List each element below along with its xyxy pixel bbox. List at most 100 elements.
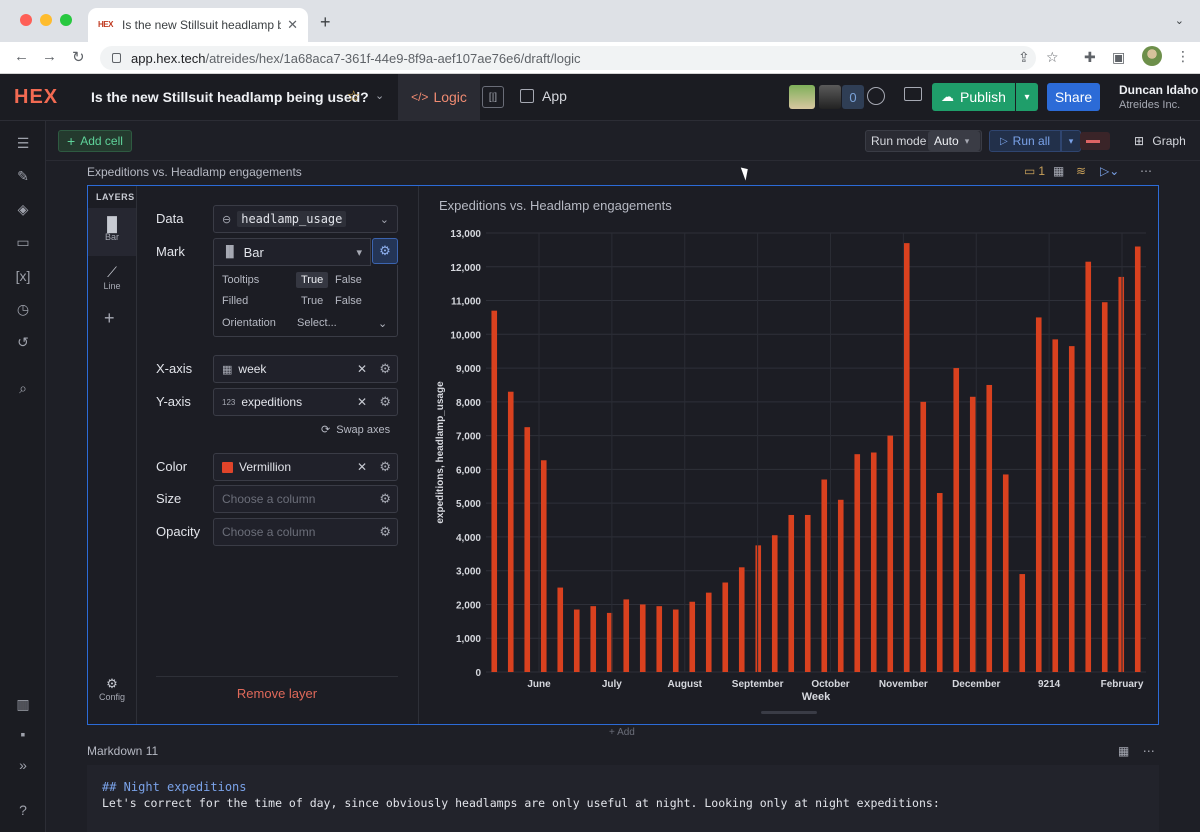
bar[interactable]	[1002, 474, 1009, 672]
gear-icon[interactable]: ⚙	[379, 459, 391, 475]
share-page-icon[interactable]: ⇪	[1018, 49, 1030, 66]
bar[interactable]	[722, 582, 729, 672]
bar[interactable]	[887, 435, 894, 672]
bar[interactable]	[936, 493, 943, 672]
bar[interactable]	[491, 310, 498, 672]
layer-bar[interactable]: ▐▌ Bar	[88, 208, 136, 256]
variables-icon[interactable]: [x]	[14, 268, 32, 284]
browser-profile-avatar[interactable]	[1142, 46, 1162, 66]
bar[interactable]	[870, 452, 877, 673]
outline-icon[interactable]: ☰	[14, 135, 32, 151]
user-name[interactable]: Duncan Idaho	[1119, 83, 1198, 97]
collaborator-avatar[interactable]	[789, 85, 815, 109]
bar[interactable]	[573, 609, 580, 672]
bar[interactable]	[837, 499, 844, 672]
timer-icon[interactable]: ◷	[14, 301, 32, 317]
reload-icon[interactable]: ↻	[72, 48, 85, 66]
globe-icon[interactable]	[867, 87, 885, 105]
hex-logo[interactable]: HEX	[14, 86, 58, 109]
viewer-count-badge[interactable]: 0	[842, 85, 864, 109]
layout-icon[interactable]: ▦	[1053, 164, 1064, 178]
split-view-icon[interactable]: [|]	[482, 86, 504, 108]
forward-icon[interactable]: →	[42, 48, 57, 65]
bar[interactable]	[788, 514, 795, 672]
bar[interactable]	[689, 601, 696, 672]
bar[interactable]	[920, 401, 927, 672]
clear-icon[interactable]: ✕	[357, 460, 367, 474]
run-mode-select[interactable]: Auto ▾	[928, 131, 980, 151]
bar[interactable]	[1019, 574, 1026, 672]
bar[interactable]	[804, 514, 811, 672]
cube-icon[interactable]: ◈	[14, 201, 32, 217]
bar[interactable]	[1101, 302, 1108, 672]
publish-dropdown-button[interactable]: ▾	[1016, 83, 1038, 111]
bar[interactable]	[656, 606, 663, 672]
kernel-status-indicator[interactable]	[1080, 132, 1110, 150]
add-layer-icon[interactable]: +	[104, 308, 115, 329]
bar[interactable]	[1134, 246, 1141, 672]
tooltips-false-option[interactable]: False	[330, 272, 367, 288]
close-tab-icon[interactable]: ✕	[287, 17, 298, 33]
share-button[interactable]: Share	[1047, 83, 1100, 111]
opacity-select[interactable]: Choose a column ⚙	[213, 518, 398, 546]
bar[interactable]	[1068, 346, 1075, 672]
help-icon[interactable]: ?	[14, 802, 32, 818]
project-title[interactable]: Is the new Stillsuit headlamp being used…	[91, 89, 369, 105]
bar[interactable]	[903, 243, 910, 672]
mark-settings-button[interactable]: ⚙	[372, 238, 398, 264]
bar[interactable]	[590, 606, 597, 672]
clear-icon[interactable]: ✕	[357, 395, 367, 409]
graph-button[interactable]: ⊞ Graph	[1134, 134, 1186, 148]
new-tab-icon[interactable]: +	[320, 12, 331, 33]
bar[interactable]	[705, 592, 712, 672]
bar[interactable]	[969, 396, 976, 672]
search-icon[interactable]: ⌕	[14, 380, 32, 396]
bar[interactable]	[672, 609, 679, 672]
sparkle-icon[interactable]: ≋	[1076, 164, 1086, 178]
bar[interactable]	[507, 391, 514, 672]
bar-chart[interactable]: 0 1,000 2,000 3,000 4,000 5,000 6,000 7,000 8,00…	[419, 186, 1159, 724]
filled-true-option[interactable]: True	[296, 293, 328, 309]
maximize-window-button[interactable]	[60, 14, 72, 26]
bookmark-star-icon[interactable]: ☆	[1046, 49, 1059, 66]
mark-select[interactable]: ▐▌ Bar ▾	[213, 238, 371, 266]
run-cell-icon[interactable]: ▷⌄	[1100, 164, 1119, 178]
bar[interactable]	[1118, 276, 1125, 672]
orientation-select[interactable]: Select...	[292, 315, 342, 331]
gear-icon[interactable]: ⚙	[379, 394, 391, 410]
cell-title[interactable]: Expeditions vs. Headlamp engagements	[87, 165, 302, 179]
add-cell-between-button[interactable]: + Add	[609, 727, 635, 738]
clear-icon[interactable]: ✕	[357, 362, 367, 376]
url-input[interactable]: app.hex.tech/atreides/hex/1a68aca7-361f-…	[100, 46, 1036, 70]
bar[interactable]	[1052, 339, 1059, 672]
edit-icon[interactable]: ✎	[14, 168, 32, 184]
browser-menu-icon[interactable]: ⋮	[1176, 48, 1190, 65]
browser-tab[interactable]: HEX Is the new Stillsuit headlamp b ✕	[88, 8, 308, 42]
color-select[interactable]: Vermillion ✕ ⚙	[213, 453, 398, 481]
bar[interactable]	[1085, 261, 1092, 672]
more-icon[interactable]: ⋯	[1143, 744, 1155, 758]
bar[interactable]	[854, 454, 861, 672]
layout-icon[interactable]: ▦	[1118, 744, 1129, 758]
bar[interactable]	[738, 567, 745, 672]
add-cell-button[interactable]: + Add cell	[58, 130, 132, 152]
xaxis-select[interactable]: ▦ week ✕ ⚙	[213, 355, 398, 383]
gear-icon[interactable]: ⚙	[379, 361, 391, 377]
extensions-icon[interactable]: ✚	[1084, 49, 1096, 66]
size-select[interactable]: Choose a column ⚙	[213, 485, 398, 513]
chevron-down-icon[interactable]: ⌄	[375, 89, 384, 102]
markdown-editor[interactable]: ## Night expeditions Let's correct for t…	[87, 765, 1159, 832]
config-button[interactable]: ⚙ Config	[88, 676, 136, 702]
comment-icon[interactable]: ▭ 1	[1024, 164, 1045, 178]
layer-line[interactable]: ⟋ Line	[88, 256, 136, 304]
star-icon[interactable]: ☆	[347, 87, 360, 105]
bar[interactable]	[557, 587, 564, 672]
bar[interactable]	[953, 368, 960, 672]
bar[interactable]	[623, 599, 630, 672]
gear-icon[interactable]: ⚙	[379, 491, 391, 507]
swap-axes-button[interactable]: ⟳ Swap axes	[321, 423, 390, 436]
more-icon[interactable]: ⋯	[1140, 164, 1152, 178]
bar[interactable]	[771, 535, 778, 672]
bar[interactable]	[540, 460, 547, 672]
back-icon[interactable]: ←	[14, 48, 29, 65]
